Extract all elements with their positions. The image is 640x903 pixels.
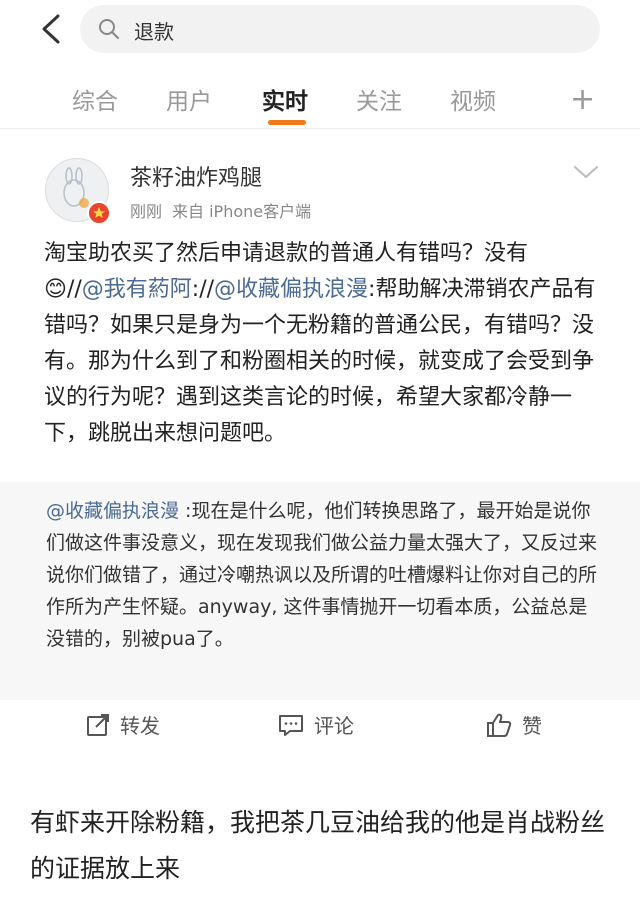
comment-icon xyxy=(279,714,303,736)
post-time: 刚刚 xyxy=(130,202,163,221)
repost-button[interactable]: 转发 xyxy=(86,710,160,739)
post-username[interactable]: 茶籽油炸鸡腿 xyxy=(130,160,262,192)
plus-icon[interactable]: + xyxy=(570,82,595,117)
post-source: 来自 iPhone客户端 xyxy=(172,202,312,221)
post-text-part: 淘宝助农买了然后申请退款的普通人有错吗？没有 xyxy=(44,241,529,266)
top-bar: 退款 xyxy=(0,0,640,58)
comment-label: 评论 xyxy=(314,714,354,738)
tab-comprehensive[interactable]: 综合 xyxy=(72,82,118,116)
tab-realtime[interactable]: 实时 xyxy=(262,82,308,116)
post-meta: 刚刚 来自 iPhone客户端 xyxy=(130,198,311,222)
like-label: 赞 xyxy=(522,714,542,738)
active-tab-indicator xyxy=(268,120,306,125)
post-text-part: :// xyxy=(191,277,215,302)
reposted-content[interactable]: @收藏偏执浪漫 :现在是什么呢，他们转换思路了，最开始是说你们做这件事没意义，现… xyxy=(0,482,640,700)
repost-text: :现在是什么呢，他们转换思路了，最开始是说你们做这件事没意义，现在发现我们做公益… xyxy=(46,500,598,650)
comment-button[interactable]: 评论 xyxy=(278,710,354,739)
tab-bar: 综合 用户 实时 关注 视频 + xyxy=(0,72,640,129)
repost-body: @收藏偏执浪漫 :现在是什么呢，他们转换思路了，最开始是说你们做这件事没意义，现… xyxy=(46,495,601,655)
post-text-part: :帮助解决滞销农产品有错吗？如果只是身为一个无粉籍的普通公民，有错吗？没有。那为… xyxy=(44,277,596,446)
verified-badge-icon xyxy=(87,201,111,225)
tab-users[interactable]: 用户 xyxy=(166,82,212,116)
smile-emoji-icon: 😊 xyxy=(44,277,67,302)
search-query: 退款 xyxy=(134,20,174,44)
thumbs-up-icon xyxy=(487,713,512,737)
back-icon[interactable] xyxy=(36,12,70,46)
chevron-down-icon[interactable] xyxy=(572,162,600,182)
mention-link[interactable]: @我有葯阿 xyxy=(82,277,192,302)
mention-link[interactable]: @收藏偏执浪漫 xyxy=(214,277,368,302)
mention-link[interactable]: @收藏偏执浪漫 xyxy=(46,500,179,522)
post-body: 淘宝助农买了然后申请退款的普通人有错吗？没有 😊//@我有葯阿://@收藏偏执浪漫… xyxy=(44,236,599,452)
repost-label: 转发 xyxy=(120,714,160,738)
share-icon xyxy=(87,713,109,736)
search-icon xyxy=(98,18,120,40)
post-actions: 转发 评论 赞 xyxy=(0,710,640,760)
search-input[interactable]: 退款 xyxy=(80,5,600,53)
caption-text: 有虾来开除粉籍，我把茶几豆油给我的他是肖战粉丝的证据放上来 xyxy=(30,808,606,883)
like-button[interactable]: 赞 xyxy=(486,710,542,739)
post-text-part: // xyxy=(66,277,82,302)
tab-video[interactable]: 视频 xyxy=(450,82,496,116)
tab-following[interactable]: 关注 xyxy=(356,82,402,116)
